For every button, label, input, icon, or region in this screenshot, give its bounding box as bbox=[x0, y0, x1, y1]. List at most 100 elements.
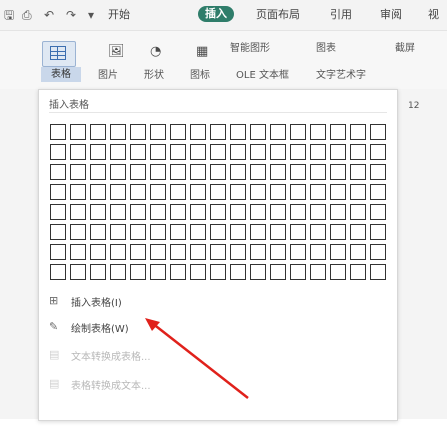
grid-cell[interactable] bbox=[230, 264, 246, 280]
grid-cell[interactable] bbox=[310, 264, 326, 280]
grid-cell[interactable] bbox=[70, 224, 86, 240]
grid-cell[interactable] bbox=[170, 164, 186, 180]
grid-cell[interactable] bbox=[90, 184, 106, 200]
grid-cell[interactable] bbox=[230, 124, 246, 140]
dropdown-icon[interactable]: ▾ bbox=[88, 7, 94, 23]
table-button-label[interactable]: 表格 bbox=[41, 67, 81, 82]
grid-cell[interactable] bbox=[170, 264, 186, 280]
grid-cell[interactable] bbox=[70, 164, 86, 180]
picture-label[interactable]: 图片 bbox=[98, 69, 118, 82]
draw-table-menu-item[interactable]: ✎ 绘制表格(W) bbox=[49, 318, 129, 336]
grid-cell[interactable] bbox=[70, 144, 86, 160]
grid-cell[interactable] bbox=[50, 204, 66, 220]
grid-cell[interactable] bbox=[310, 144, 326, 160]
grid-cell[interactable] bbox=[270, 144, 286, 160]
grid-cell[interactable] bbox=[190, 124, 206, 140]
chart-label[interactable]: 图表 bbox=[316, 42, 336, 55]
print-icon[interactable]: ⎙ bbox=[22, 7, 32, 23]
grid-cell[interactable] bbox=[350, 144, 366, 160]
grid-cell[interactable] bbox=[210, 224, 226, 240]
grid-cell[interactable] bbox=[50, 144, 66, 160]
grid-cell[interactable] bbox=[110, 204, 126, 220]
grid-cell[interactable] bbox=[370, 124, 386, 140]
grid-cell[interactable] bbox=[130, 264, 146, 280]
grid-cell[interactable] bbox=[350, 164, 366, 180]
grid-cell[interactable] bbox=[370, 224, 386, 240]
grid-cell[interactable] bbox=[310, 164, 326, 180]
grid-cell[interactable] bbox=[50, 244, 66, 260]
table-size-grid[interactable] bbox=[50, 124, 388, 280]
grid-cell[interactable] bbox=[310, 124, 326, 140]
tab-insert[interactable]: 插入 bbox=[198, 6, 234, 22]
grid-cell[interactable] bbox=[350, 264, 366, 280]
grid-cell[interactable] bbox=[50, 124, 66, 140]
grid-cell[interactable] bbox=[90, 224, 106, 240]
grid-cell[interactable] bbox=[150, 224, 166, 240]
grid-cell[interactable] bbox=[350, 244, 366, 260]
grid-cell[interactable] bbox=[370, 264, 386, 280]
grid-cell[interactable] bbox=[150, 204, 166, 220]
grid-cell[interactable] bbox=[110, 144, 126, 160]
grid-cell[interactable] bbox=[290, 244, 306, 260]
grid-cell[interactable] bbox=[350, 224, 366, 240]
grid-cell[interactable] bbox=[250, 244, 266, 260]
insert-table-menu-item[interactable]: ⊞ 插入表格(I) bbox=[49, 292, 122, 310]
grid-cell[interactable] bbox=[190, 244, 206, 260]
grid-cell[interactable] bbox=[210, 184, 226, 200]
table-button[interactable] bbox=[42, 41, 76, 67]
grid-cell[interactable] bbox=[190, 144, 206, 160]
grid-cell[interactable] bbox=[210, 124, 226, 140]
grid-cell[interactable] bbox=[370, 244, 386, 260]
grid-cell[interactable] bbox=[330, 164, 346, 180]
grid-cell[interactable] bbox=[310, 184, 326, 200]
grid-cell[interactable] bbox=[290, 144, 306, 160]
grid-cell[interactable] bbox=[370, 184, 386, 200]
grid-cell[interactable] bbox=[130, 244, 146, 260]
grid-cell[interactable] bbox=[250, 124, 266, 140]
grid-cell[interactable] bbox=[330, 124, 346, 140]
grid-cell[interactable] bbox=[50, 164, 66, 180]
grid-cell[interactable] bbox=[310, 244, 326, 260]
grid-cell[interactable] bbox=[110, 224, 126, 240]
grid-cell[interactable] bbox=[150, 124, 166, 140]
grid-cell[interactable] bbox=[230, 184, 246, 200]
grid-cell[interactable] bbox=[330, 144, 346, 160]
grid-cell[interactable] bbox=[290, 184, 306, 200]
grid-cell[interactable] bbox=[210, 264, 226, 280]
grid-cell[interactable] bbox=[150, 144, 166, 160]
grid-cell[interactable] bbox=[250, 164, 266, 180]
grid-cell[interactable] bbox=[170, 184, 186, 200]
grid-cell[interactable] bbox=[370, 164, 386, 180]
grid-cell[interactable] bbox=[170, 204, 186, 220]
grid-cell[interactable] bbox=[230, 144, 246, 160]
grid-cell[interactable] bbox=[70, 204, 86, 220]
grid-cell[interactable] bbox=[150, 244, 166, 260]
grid-cell[interactable] bbox=[130, 164, 146, 180]
grid-cell[interactable] bbox=[250, 264, 266, 280]
grid-cell[interactable] bbox=[230, 164, 246, 180]
grid-cell[interactable] bbox=[170, 224, 186, 240]
grid-cell[interactable] bbox=[170, 124, 186, 140]
grid-cell[interactable] bbox=[290, 124, 306, 140]
grid-cell[interactable] bbox=[270, 204, 286, 220]
grid-cell[interactable] bbox=[290, 264, 306, 280]
grid-cell[interactable] bbox=[350, 184, 366, 200]
shape-icon[interactable]: ◔ bbox=[150, 44, 161, 60]
grid-cell[interactable] bbox=[130, 224, 146, 240]
tab-home[interactable]: 开始 bbox=[108, 8, 130, 22]
grid-cell[interactable] bbox=[270, 224, 286, 240]
grid-cell[interactable] bbox=[70, 244, 86, 260]
picture-icon[interactable]: 🖼 bbox=[108, 44, 125, 60]
grid-cell[interactable] bbox=[210, 204, 226, 220]
grid-cell[interactable] bbox=[270, 184, 286, 200]
wordart-label[interactable]: 文字艺术字 bbox=[316, 69, 366, 82]
grid-cell[interactable] bbox=[70, 184, 86, 200]
grid-cell[interactable] bbox=[90, 244, 106, 260]
grid-cell[interactable] bbox=[230, 204, 246, 220]
grid-cell[interactable] bbox=[250, 204, 266, 220]
tab-page-layout[interactable]: 页面布局 bbox=[256, 8, 300, 22]
grid-cell[interactable] bbox=[310, 204, 326, 220]
grid-cell[interactable] bbox=[110, 184, 126, 200]
grid-cell[interactable] bbox=[210, 164, 226, 180]
grid-cell[interactable] bbox=[350, 204, 366, 220]
